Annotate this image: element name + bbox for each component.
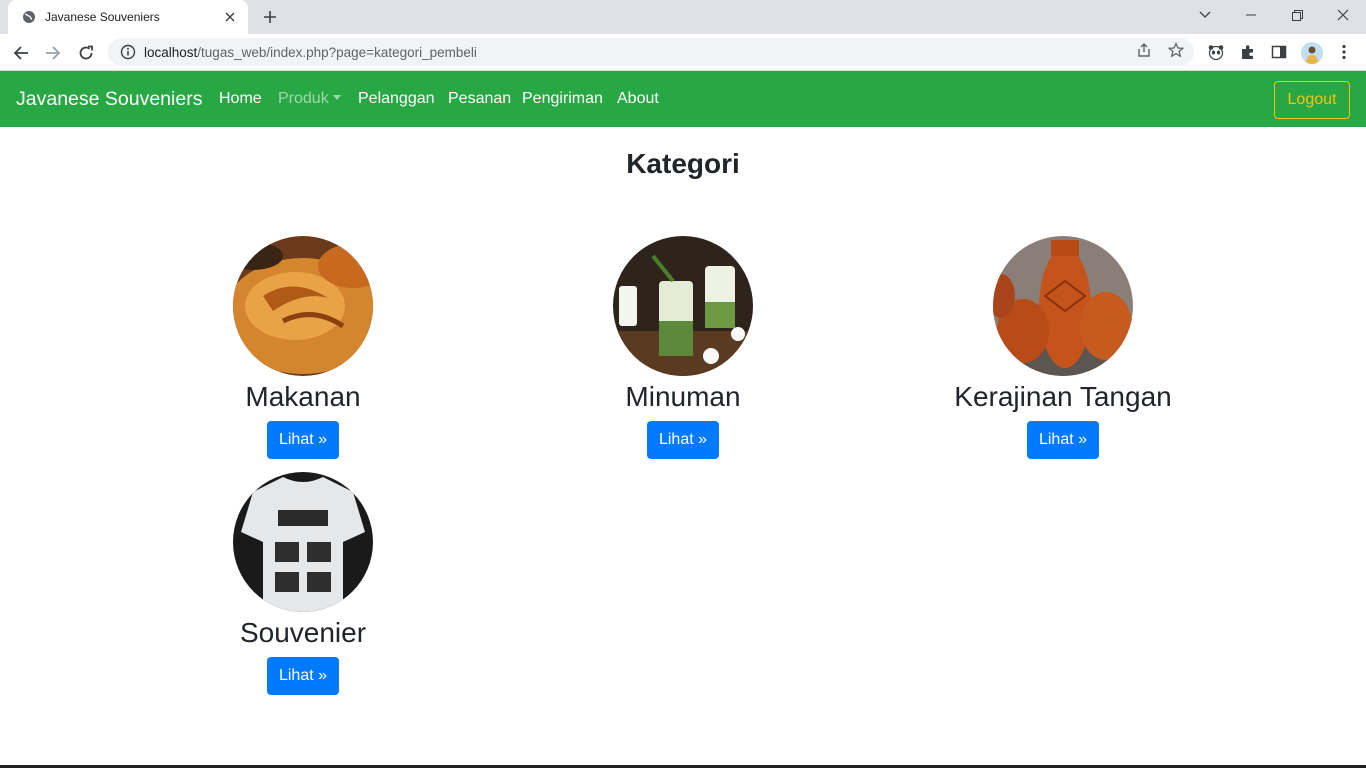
extensions-puzzle-icon[interactable]: [1237, 41, 1259, 63]
category-name: Minuman: [625, 381, 741, 412]
category-name: Souvenier: [239, 617, 367, 648]
lihat-button-kerajinan-tangan[interactable]: Lihat »: [1027, 421, 1099, 459]
lihat-button-souvenier[interactable]: Lihat »: [267, 657, 339, 695]
minimize-icon[interactable]: [1228, 0, 1274, 30]
browser-toolbar: localhost/tugas_web/index.php?page=kateg…: [0, 34, 1366, 71]
souvenier-image: [233, 472, 373, 612]
nav-produk-dropdown[interactable]: Produk: [278, 90, 341, 108]
back-icon[interactable]: [8, 40, 34, 66]
forward-icon[interactable]: [40, 40, 66, 66]
page-title: Kategori: [626, 148, 740, 179]
brand-link[interactable]: Javanese Souveniers: [16, 88, 202, 111]
browser-tab[interactable]: Javanese Souveniers: [8, 0, 248, 34]
tab-search-icon[interactable]: [1182, 0, 1228, 30]
nav-pelanggan[interactable]: Pelanggan: [358, 90, 435, 108]
nav-home[interactable]: Home: [219, 90, 262, 108]
address-bar[interactable]: localhost/tugas_web/index.php?page=kateg…: [108, 38, 1194, 66]
category-name: Kerajinan Tangan: [954, 381, 1172, 412]
side-panel-icon[interactable]: [1268, 41, 1290, 63]
menu-kebab-icon[interactable]: [1333, 41, 1355, 63]
nav-pesanan[interactable]: Pesanan: [448, 90, 511, 108]
reload-icon[interactable]: [73, 40, 99, 66]
kerajinan-tangan-image: [993, 236, 1133, 376]
share-icon[interactable]: [1134, 40, 1154, 60]
window-close-icon[interactable]: [1320, 0, 1366, 30]
category-card-souvenier: Souvenier Lihat »: [163, 472, 443, 695]
category-name: Makanan: [245, 381, 361, 412]
site-navbar: Javanese Souveniers Home Produk Pelangga…: [0, 71, 1366, 127]
logout-button[interactable]: Logout: [1274, 81, 1350, 119]
makanan-image: [233, 236, 373, 376]
category-card-makanan: Makanan Lihat »: [163, 236, 443, 459]
bookmark-star-icon[interactable]: [1166, 40, 1186, 60]
minuman-image: [613, 236, 753, 376]
caret-down-icon: [332, 95, 341, 100]
globe-icon: [22, 10, 36, 24]
category-card-minuman: Minuman Lihat »: [543, 236, 823, 459]
panda-extension-icon[interactable]: [1205, 41, 1227, 63]
site-info-icon[interactable]: [120, 44, 136, 60]
tab-title: Javanese Souveniers: [45, 10, 160, 24]
profile-avatar[interactable]: [1301, 42, 1323, 64]
lihat-button-minuman[interactable]: Lihat »: [647, 421, 719, 459]
new-tab-button[interactable]: [258, 6, 282, 28]
lihat-button-makanan[interactable]: Lihat »: [267, 421, 339, 459]
url-text: localhost/tugas_web/index.php?page=kateg…: [144, 44, 477, 60]
browser-tabstrip: Javanese Souveniers: [0, 0, 1366, 34]
nav-pengiriman[interactable]: Pengiriman: [522, 90, 603, 108]
close-icon[interactable]: [222, 9, 238, 25]
category-card-kerajinan-tangan: Kerajinan Tangan Lihat »: [923, 236, 1203, 459]
nav-about[interactable]: About: [617, 90, 659, 108]
restore-icon[interactable]: [1274, 0, 1320, 30]
